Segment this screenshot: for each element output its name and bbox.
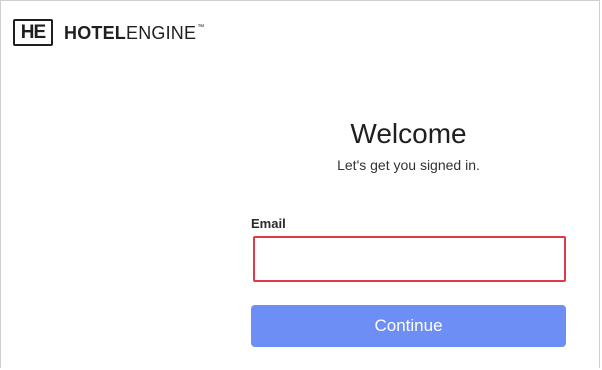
email-field[interactable] <box>253 236 566 282</box>
page-title: Welcome <box>350 118 467 149</box>
email-label: Email <box>251 216 286 231</box>
logo-word-hotel: HOTEL <box>64 22 126 43</box>
hotel-engine-logo: HE HOTELENGINE™ <box>13 19 204 46</box>
logo-word-engine: ENGINE <box>126 22 197 43</box>
he-logo-mark: HE <box>13 19 53 46</box>
page-subtitle: Let's get you signed in. <box>337 157 480 173</box>
logo-wordmark: HOTELENGINE™ <box>64 24 204 42</box>
trademark-symbol: ™ <box>197 23 205 31</box>
continue-button[interactable]: Continue <box>251 305 566 347</box>
